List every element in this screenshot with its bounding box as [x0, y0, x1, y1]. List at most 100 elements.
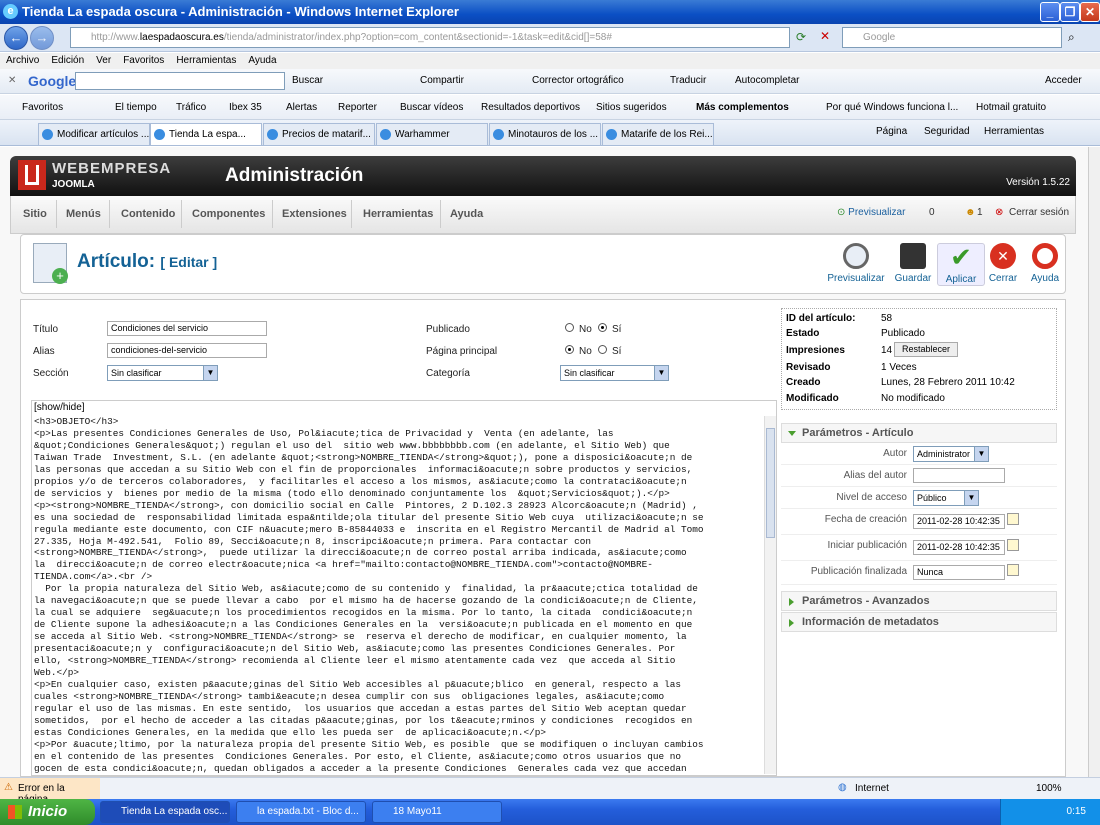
task-ie[interactable]: Tienda La espada osc...: [100, 801, 230, 823]
fav-buscar-videos[interactable]: Buscar vídeos: [400, 102, 463, 113]
start-button[interactable]: Inicio: [0, 799, 95, 825]
tab-matarife[interactable]: Matarife de los Rei...: [602, 123, 714, 145]
fav-hotmail[interactable]: Hotmail gratuito: [976, 102, 1046, 113]
calendar-icon[interactable]: [1007, 564, 1019, 576]
calendar-icon[interactable]: [1007, 539, 1019, 551]
buscar-button[interactable]: Buscar: [292, 75, 323, 86]
menu-ayuda-admin[interactable]: Ayuda: [450, 208, 483, 220]
calendar-icon[interactable]: [1007, 513, 1019, 525]
autocompletar-button[interactable]: Autocompletar: [735, 75, 799, 86]
author-alias-input[interactable]: [913, 468, 1005, 483]
tab-modificar[interactable]: Modificar artículos ...: [38, 123, 150, 145]
frontpage-no-radio[interactable]: [565, 345, 574, 354]
seguridad-menu[interactable]: Seguridad: [924, 126, 970, 137]
preview-button[interactable]: Previsualizar: [826, 243, 886, 284]
compartir-button[interactable]: Compartir: [420, 75, 464, 86]
tab-precios[interactable]: Precios de matarif...: [263, 123, 375, 145]
traducir-button[interactable]: Traducir: [670, 75, 706, 86]
back-button[interactable]: ←: [4, 26, 28, 50]
close-toolbar-icon[interactable]: ✕: [8, 75, 16, 86]
tab-tienda[interactable]: Tienda La espa...: [150, 123, 262, 145]
acceder-button[interactable]: Acceder: [1045, 75, 1082, 86]
metadata-header[interactable]: Información de metadatos: [781, 612, 1057, 632]
menu-edicion[interactable]: Edición: [45, 53, 90, 68]
section-select[interactable]: Sin clasificar ▼: [107, 365, 218, 381]
forward-button[interactable]: →: [30, 26, 54, 50]
fav-alertas[interactable]: Alertas: [286, 102, 317, 113]
menu-herramientas[interactable]: Herramientas: [170, 53, 242, 68]
author-select[interactable]: Administrator ▼: [913, 446, 989, 462]
menu-herramientas-admin[interactable]: Herramientas: [363, 208, 433, 220]
favoritos-button[interactable]: Favoritos: [22, 102, 63, 113]
title-input[interactable]: Condiciones del servicio: [107, 321, 267, 336]
alias-input[interactable]: condiciones-del-servicio: [107, 343, 267, 358]
ie-icon: e: [3, 4, 18, 19]
task-folder[interactable]: 18 Mayo11: [372, 801, 502, 823]
logout-link[interactable]: Cerrar sesión: [1009, 207, 1069, 218]
herramientas-menu[interactable]: Herramientas: [984, 126, 1044, 137]
category-select[interactable]: Sin clasificar ▼: [560, 365, 669, 381]
menu-menus[interactable]: Menús: [66, 208, 101, 220]
fav-sitios-sugeridos[interactable]: Sitios sugeridos: [596, 102, 667, 113]
close-window-button[interactable]: ✕: [1080, 2, 1100, 22]
editor-scrollbar[interactable]: [764, 416, 776, 774]
fav-windows[interactable]: Por qué Windows funciona l...: [826, 102, 958, 113]
menu-ver[interactable]: Ver: [90, 53, 117, 68]
article-text-editor[interactable]: <h3>OBJETO</h3> <p>Las presentes Condici…: [34, 416, 762, 774]
fav-reporter[interactable]: Reporter: [338, 102, 377, 113]
maximize-button[interactable]: ❐: [1060, 2, 1080, 22]
publish-down-input[interactable]: Nunca: [913, 565, 1005, 580]
menu-ayuda[interactable]: Ayuda: [242, 53, 282, 68]
fav-resultados[interactable]: Resultados deportivos: [481, 102, 580, 113]
minimize-button[interactable]: _: [1040, 2, 1060, 22]
users-count: 1: [977, 207, 983, 218]
window-titlebar: e Tienda La espada oscura - Administraci…: [0, 0, 1100, 24]
preview-link[interactable]: ⊙ Previsualizar: [837, 207, 905, 218]
menu-archivo[interactable]: Archivo: [0, 53, 45, 68]
close-button[interactable]: ✕ Cerrar: [979, 243, 1027, 284]
page-title: Artículo: [ Editar ]: [77, 251, 218, 272]
address-bar[interactable]: http://www.laespadaoscura.es/tienda/admi…: [70, 27, 790, 48]
save-icon: [900, 243, 926, 269]
frontpage-yes-radio[interactable]: [598, 345, 607, 354]
stop-icon[interactable]: ✕: [820, 29, 830, 43]
show-hide-link[interactable]: [show/hide]: [34, 402, 85, 413]
page-scrollbar[interactable]: [1088, 147, 1100, 777]
reset-hits-button[interactable]: Restablecer: [894, 342, 958, 357]
globe-icon: ◍: [838, 782, 847, 793]
published-no-radio[interactable]: [565, 323, 574, 332]
help-button[interactable]: Ayuda: [1021, 243, 1069, 284]
corrector-button[interactable]: Corrector ortográfico: [532, 75, 624, 86]
menu-contenido[interactable]: Contenido: [121, 208, 175, 220]
tab-warhammer[interactable]: Warhammer: [376, 123, 488, 145]
params-advanced-header[interactable]: Parámetros - Avanzados: [781, 591, 1057, 611]
menu-componentes[interactable]: Componentes: [192, 208, 265, 220]
refresh-icon[interactable]: ⟳: [796, 30, 806, 44]
google-search-input[interactable]: [75, 72, 285, 90]
params-article-header[interactable]: Parámetros - Artículo: [781, 423, 1057, 443]
save-button[interactable]: Guardar: [889, 243, 937, 284]
error-status[interactable]: ⚠Error en la página.: [0, 778, 100, 805]
zoom-level[interactable]: 100%: [1036, 783, 1062, 794]
menu-sitio[interactable]: Sitio: [23, 208, 47, 220]
warning-icon: ⚠: [4, 782, 13, 793]
access-select[interactable]: Público ▼: [913, 490, 979, 506]
published-yes-radio[interactable]: [598, 323, 607, 332]
task-notepad[interactable]: la espada.txt - Bloc d...: [236, 801, 366, 823]
menu-favoritos[interactable]: Favoritos: [117, 53, 170, 68]
search-icon[interactable]: ⌕: [1068, 30, 1075, 45]
tab-icon: [267, 129, 278, 140]
fav-ibex[interactable]: Ibex 35: [229, 102, 262, 113]
brand-name: WEBEMPRESA: [52, 160, 172, 177]
fav-mas-complementos[interactable]: Más complementos: [696, 102, 789, 113]
publish-up-input[interactable]: 2011-02-28 10:42:35: [913, 540, 1005, 555]
fav-el-tiempo[interactable]: El tiempo: [115, 102, 157, 113]
fav-trafico[interactable]: Tráfico: [176, 102, 206, 113]
pagina-menu[interactable]: Página: [876, 126, 907, 137]
created-date-input[interactable]: 2011-02-28 10:42:35: [913, 514, 1005, 529]
chevron-down-icon: ▼: [654, 366, 668, 380]
menu-extensiones[interactable]: Extensiones: [282, 208, 347, 220]
apply-button[interactable]: ✔ Aplicar: [937, 243, 985, 286]
tab-minotauros[interactable]: Minotauros de los ...: [489, 123, 601, 145]
search-input[interactable]: Google: [842, 27, 1062, 48]
